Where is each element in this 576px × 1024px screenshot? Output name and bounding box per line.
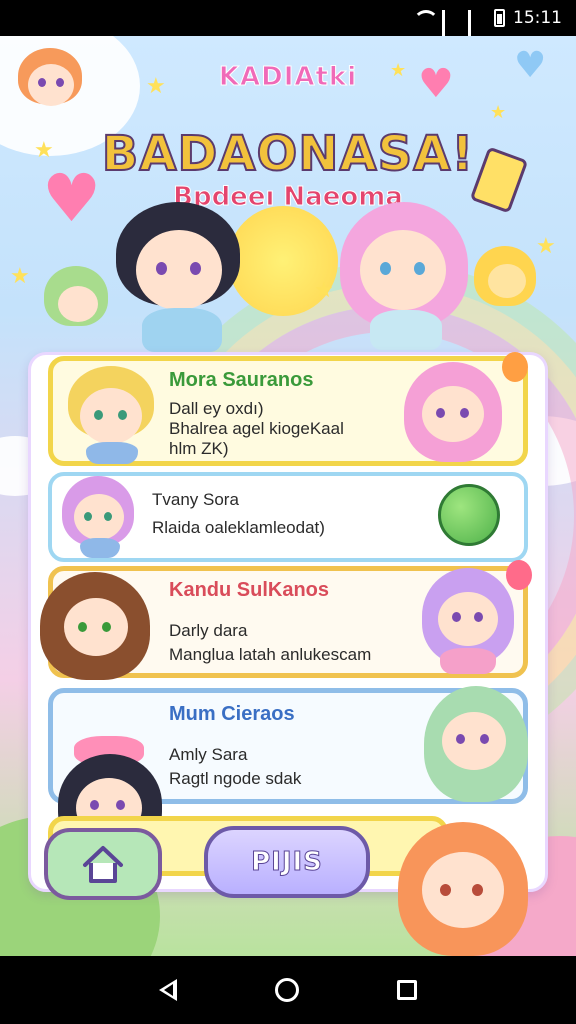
avatar-green-hair (424, 686, 528, 806)
app-top-title: KADIAtki (218, 62, 358, 93)
character-detail: Manglua latah anlukescam (169, 645, 372, 664)
avatar-pink-girl (404, 362, 502, 468)
character-detail: Darly dara (169, 621, 248, 640)
balloon-icon (502, 352, 528, 382)
home-icon (83, 846, 123, 883)
app-subtitle: Bpdeeı Naeoma (173, 182, 404, 213)
character-orange-hair (398, 822, 530, 956)
back-nav-icon[interactable] (159, 979, 177, 1001)
character-detail: Rlaida oaleklamleodat) (152, 518, 325, 537)
system-nav-bar (0, 956, 576, 1024)
app-main-title: BADAONASA! (101, 125, 475, 183)
battery-icon (494, 9, 505, 27)
star-icon: ★ (490, 102, 507, 123)
star-icon: ★ (10, 264, 30, 289)
star-icon: ★ (314, 278, 334, 303)
character-detail: Bhalrea agel kiogeKaal (169, 419, 344, 438)
plus-button[interactable]: PIJIS (204, 826, 370, 898)
signal-icon (442, 10, 460, 50)
character-detail: hlm ZK) (169, 439, 229, 458)
recents-nav-icon[interactable] (397, 980, 417, 1000)
avatar-lavender-girl (422, 568, 514, 676)
character-boy-black-hair (112, 200, 242, 352)
character-name: Mum Cieraos (169, 703, 295, 725)
avatar-purple-girl (62, 476, 136, 560)
character-green-star (44, 266, 110, 330)
character-name: Kandu SulKanos (169, 579, 330, 601)
character-yellow-flower (474, 246, 540, 310)
home-nav-icon[interactable] (275, 978, 299, 1002)
wifi-icon (412, 10, 434, 26)
avatar-blonde (64, 366, 156, 466)
green-balloon-icon (438, 484, 500, 546)
app-screen: ★ ★ ★ ★ ★ ★ ★ ♥ ♥ ♥ KADIAtki BADAONASA! … (0, 36, 576, 956)
signal-icon-2 (468, 10, 486, 50)
home-button[interactable] (44, 828, 162, 900)
character-girl-pink-hair (338, 200, 468, 350)
status-bar: 15:11 (0, 0, 576, 50)
character-name: Mora Sauranos (169, 369, 314, 391)
avatar-brown-hair (40, 572, 150, 682)
character-detail: Dall ey oxdı) (169, 399, 264, 418)
character-name: Tvany Sora (152, 490, 239, 509)
clock: 15:11 (513, 8, 562, 28)
character-detail: Ragtl ngode sdak (169, 769, 302, 788)
balloon-icon (506, 560, 532, 590)
character-detail: Amly Sara (169, 745, 248, 764)
